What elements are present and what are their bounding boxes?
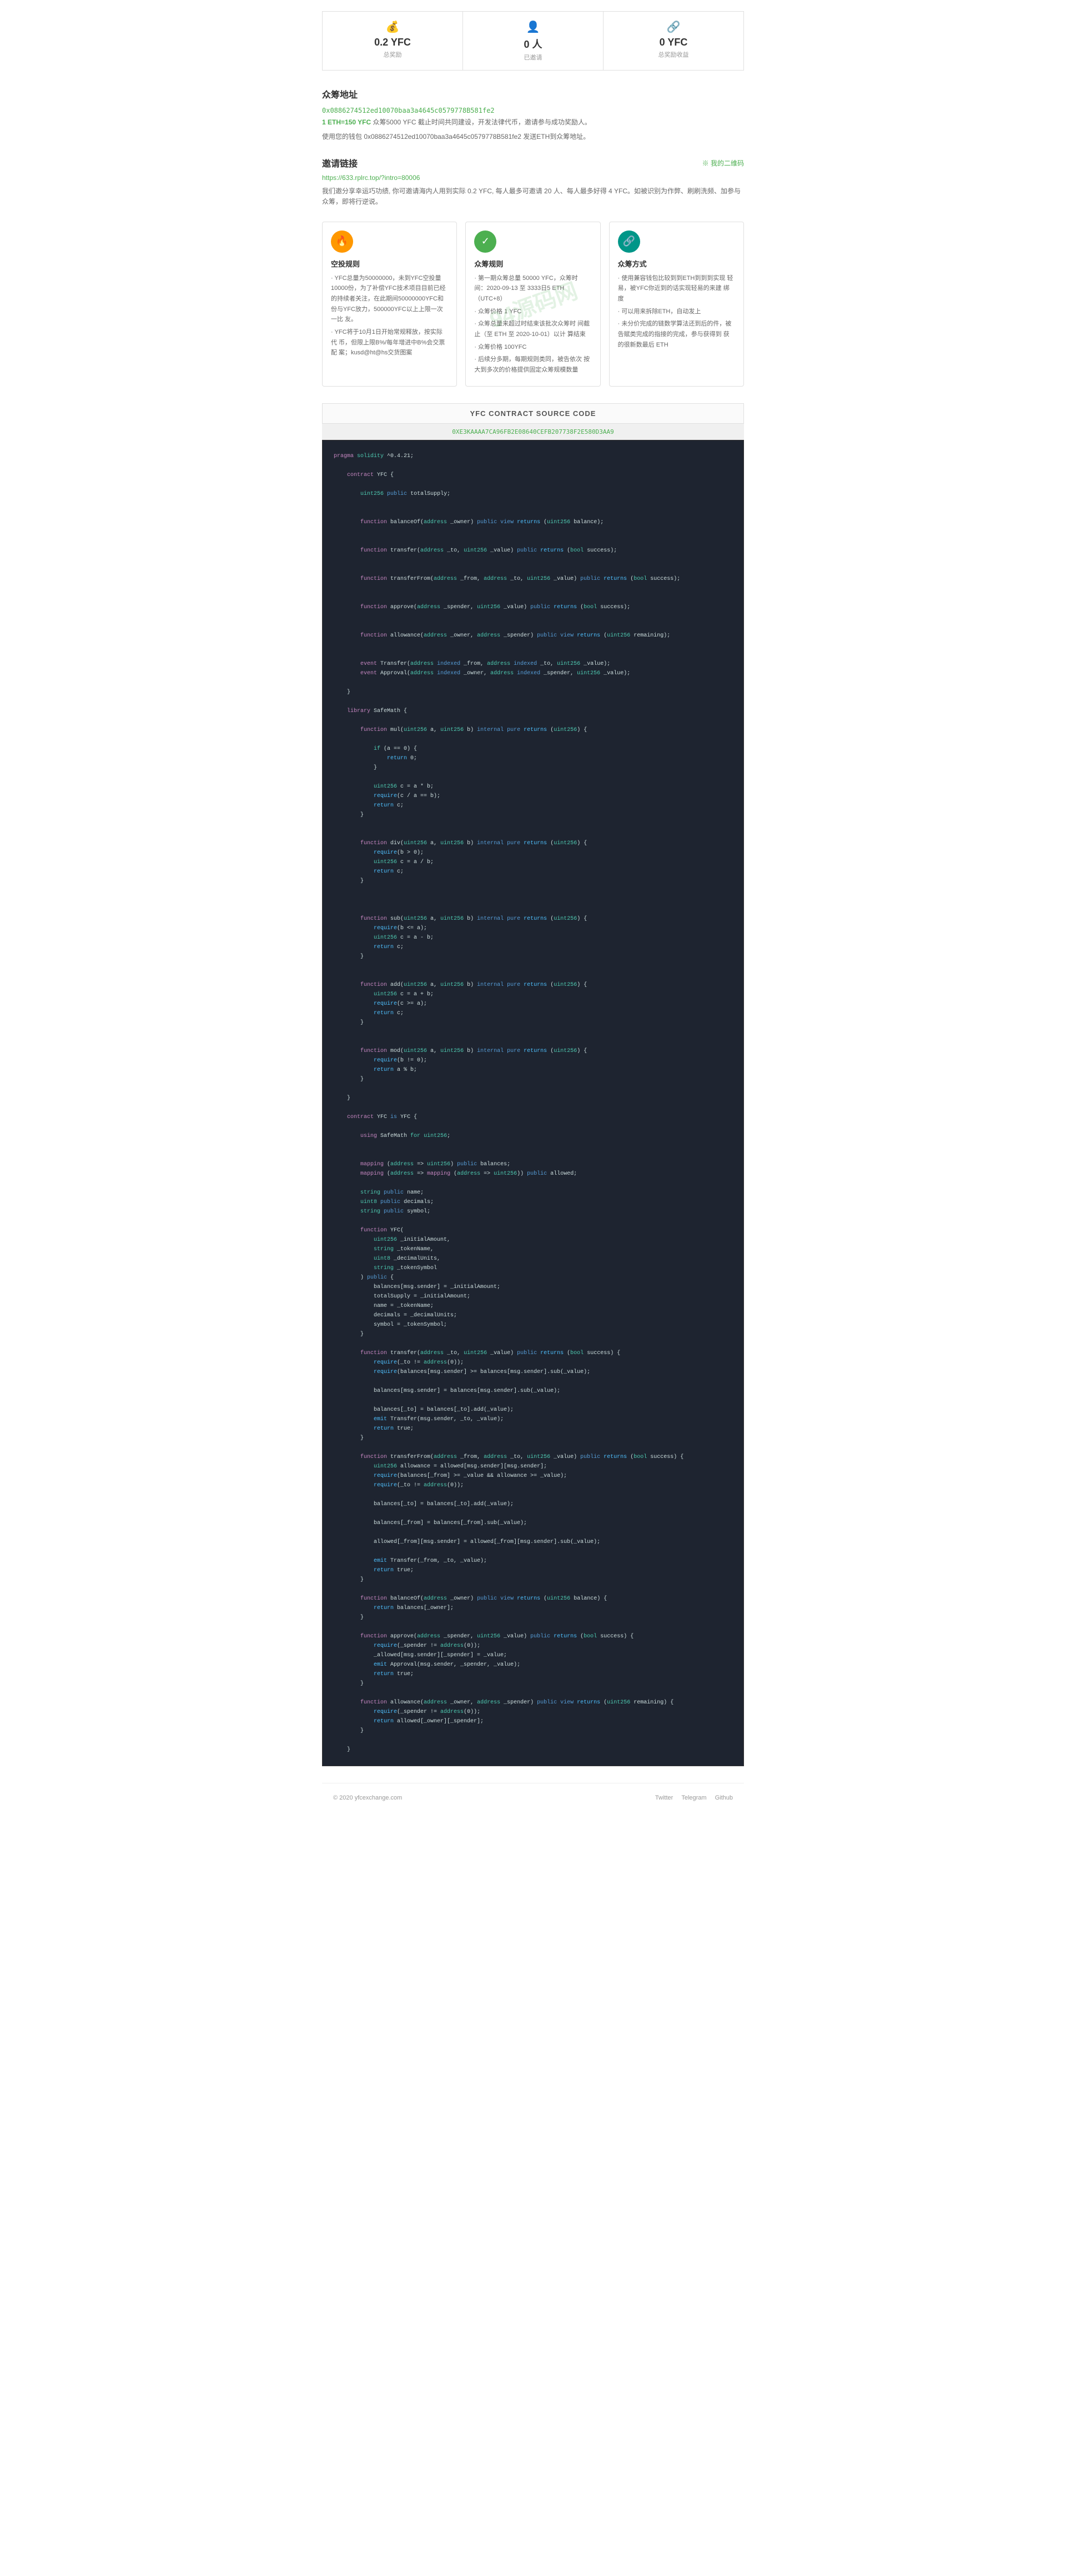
card-method-bullet3: · 未分价完成的链数学算法还到后的件，被 告赋类完成的指接的完成，参与获得到 获… <box>618 319 735 350</box>
crowdfund-title: 众筹地址 <box>322 87 744 101</box>
invite-qr-button[interactable]: ※ 我的二维码 <box>702 158 744 168</box>
card-crowdfund-content: · 第一期众筹总量 50000 YFC，众筹时 间：2020-09-13 至 3… <box>474 273 591 375</box>
stat-value-income: 0 YFC <box>609 37 738 48</box>
stat-icon-income: 🔗 <box>609 20 738 34</box>
invite-title: 邀请链接 <box>322 156 358 169</box>
contract-address-link[interactable]: 0XE3KAAAA7CA96FB2E08640CEFB207738F2E580D… <box>452 428 614 435</box>
footer-link-telegram[interactable]: Telegram <box>681 1795 706 1801</box>
stat-label-reward: 总奖励 <box>328 50 457 59</box>
stat-label-invited: 已邀请 <box>469 53 597 62</box>
card-airdrop-icon: 🔥 <box>331 230 353 253</box>
card-method-icon: 🔗 <box>618 230 640 253</box>
card-airdrop-bullet2: · YFC将于10月1日开始常规释放，按实际代 币，但限上限B%/每年增进中B%… <box>331 327 448 358</box>
stat-icon-invited: 👤 <box>469 20 597 34</box>
card-crowdfund-bullet4: · 众筹价格 100YFC <box>474 342 591 353</box>
stat-total-income: 🔗 0 YFC 总奖励收益 <box>604 12 743 70</box>
card-method-bullet2: · 可以用来拆除ETH，自动发上 <box>618 307 735 317</box>
code-block: pragma solidity ^0.4.21; contract YFC { … <box>322 440 744 1766</box>
card-crowdfund-bullet1: · 第一期众筹总量 50000 YFC，众筹时 间：2020-09-13 至 3… <box>474 273 591 304</box>
card-crowdfund-bullet3: · 众筹总量来超过时结束该批次众筹时 间截止（至 ETH 至 2020-10-0… <box>474 319 591 339</box>
card-crowdfund-bullet5: · 后续分多期，每期规则类同，被告依次 按大到多次的价格提供固定众筹规模数量 <box>474 354 591 375</box>
footer-bottom: © 2020 yfcexchange.com Twitter Telegram … <box>333 1795 733 1801</box>
contract-section-title: YFC CONTRACT SOURCE CODE <box>322 403 744 424</box>
crowdfund-note2: 众筹5000 YFC 截止时间共同建设，开发法律代币，邀请参与成功奖励人。 <box>373 118 591 126</box>
card-method-bullet1: · 使用兼容钱包比较到到ETH到到到实现 轻易，被YFC你近到的话实现轻易的来建… <box>618 273 735 304</box>
footer-link-twitter[interactable]: Twitter <box>655 1795 673 1801</box>
invite-url[interactable]: https://633.rplrc.top/?intro=80006 <box>322 174 744 182</box>
card-method-title: 众筹方式 <box>618 258 735 269</box>
stats-bar: 💰 0.2 YFC 总奖励 👤 0 人 已邀请 🔗 0 YFC 总奖励收益 <box>322 11 744 71</box>
card-crowdfund-title: 众筹规则 <box>474 258 591 269</box>
stat-invited: 👤 0 人 已邀请 <box>463 12 604 70</box>
footer-links: Twitter Telegram Github <box>655 1795 733 1801</box>
card-airdrop-content: · YFC总量为50000000，未到YFC空投量10000份，为了补偿YFC技… <box>331 273 448 359</box>
invite-desc: 我们邀分享幸运巧功绩, 你可邀请海内人用到实际 0.2 YFC, 每人最多可邀请… <box>322 186 744 207</box>
contract-section: YFC CONTRACT SOURCE CODE 0XE3KAAAA7CA96F… <box>322 403 744 1766</box>
card-airdrop: 🔥 空投规则 · YFC总量为50000000，未到YFC空投量10000份，为… <box>322 222 457 387</box>
crowdfund-section: 众筹地址 0x0886274512ed10070baa3a4645c057977… <box>322 87 744 142</box>
stat-value-invited: 0 人 <box>469 37 597 51</box>
card-method: 🔗 众筹方式 · 使用兼容钱包比较到到ETH到到到实现 轻易，被YFC你近到的话… <box>609 222 744 387</box>
feature-cards: 94源码网 🔥 空投规则 · YFC总量为50000000，未到YFC空投量10… <box>322 222 744 387</box>
footer-copyright: © 2020 yfcexchange.com <box>333 1795 402 1801</box>
crowdfund-address[interactable]: 0x0886274512ed10070baa3a4645c0579778B581… <box>322 107 495 114</box>
stat-label-income: 总奖励收益 <box>609 50 738 59</box>
card-airdrop-title: 空投规则 <box>331 258 448 269</box>
card-crowdfund-icon: ✓ <box>474 230 496 253</box>
card-crowdfund-bullet2: · 众筹价格 1 YFC <box>474 307 591 317</box>
card-airdrop-bullet1: · YFC总量为50000000，未到YFC空投量10000份，为了补偿YFC技… <box>331 273 448 325</box>
stat-icon-reward: 💰 <box>328 20 457 34</box>
stat-value-reward: 0.2 YFC <box>328 37 457 48</box>
crowdfund-rate: 1 ETH=150 YFC <box>322 118 371 126</box>
stat-total-reward: 💰 0.2 YFC 总奖励 <box>323 12 463 70</box>
crowdfund-note: 1 ETH=150 YFC 众筹5000 YFC 截止时间共同建设，开发法律代币… <box>322 117 744 127</box>
card-crowdfund: ✓ 众筹规则 · 第一期众筹总量 50000 YFC，众筹时 间：2020-09… <box>465 222 600 387</box>
crowdfund-desc: 使用您的钱包 0x0886274512ed10070baa3a4645c0579… <box>322 132 744 142</box>
footer: © 2020 yfcexchange.com Twitter Telegram … <box>322 1783 744 1812</box>
invite-section: 邀请链接 ※ 我的二维码 https://633.rplrc.top/?intr… <box>322 156 744 207</box>
invite-header: 邀请链接 ※ 我的二维码 <box>322 156 744 169</box>
footer-link-github[interactable]: Github <box>715 1795 733 1801</box>
card-method-content: · 使用兼容钱包比较到到ETH到到到实现 轻易，被YFC你近到的话实现轻易的来建… <box>618 273 735 350</box>
contract-address-bar: 0XE3KAAAA7CA96FB2E08640CEFB207738F2E580D… <box>322 424 744 440</box>
